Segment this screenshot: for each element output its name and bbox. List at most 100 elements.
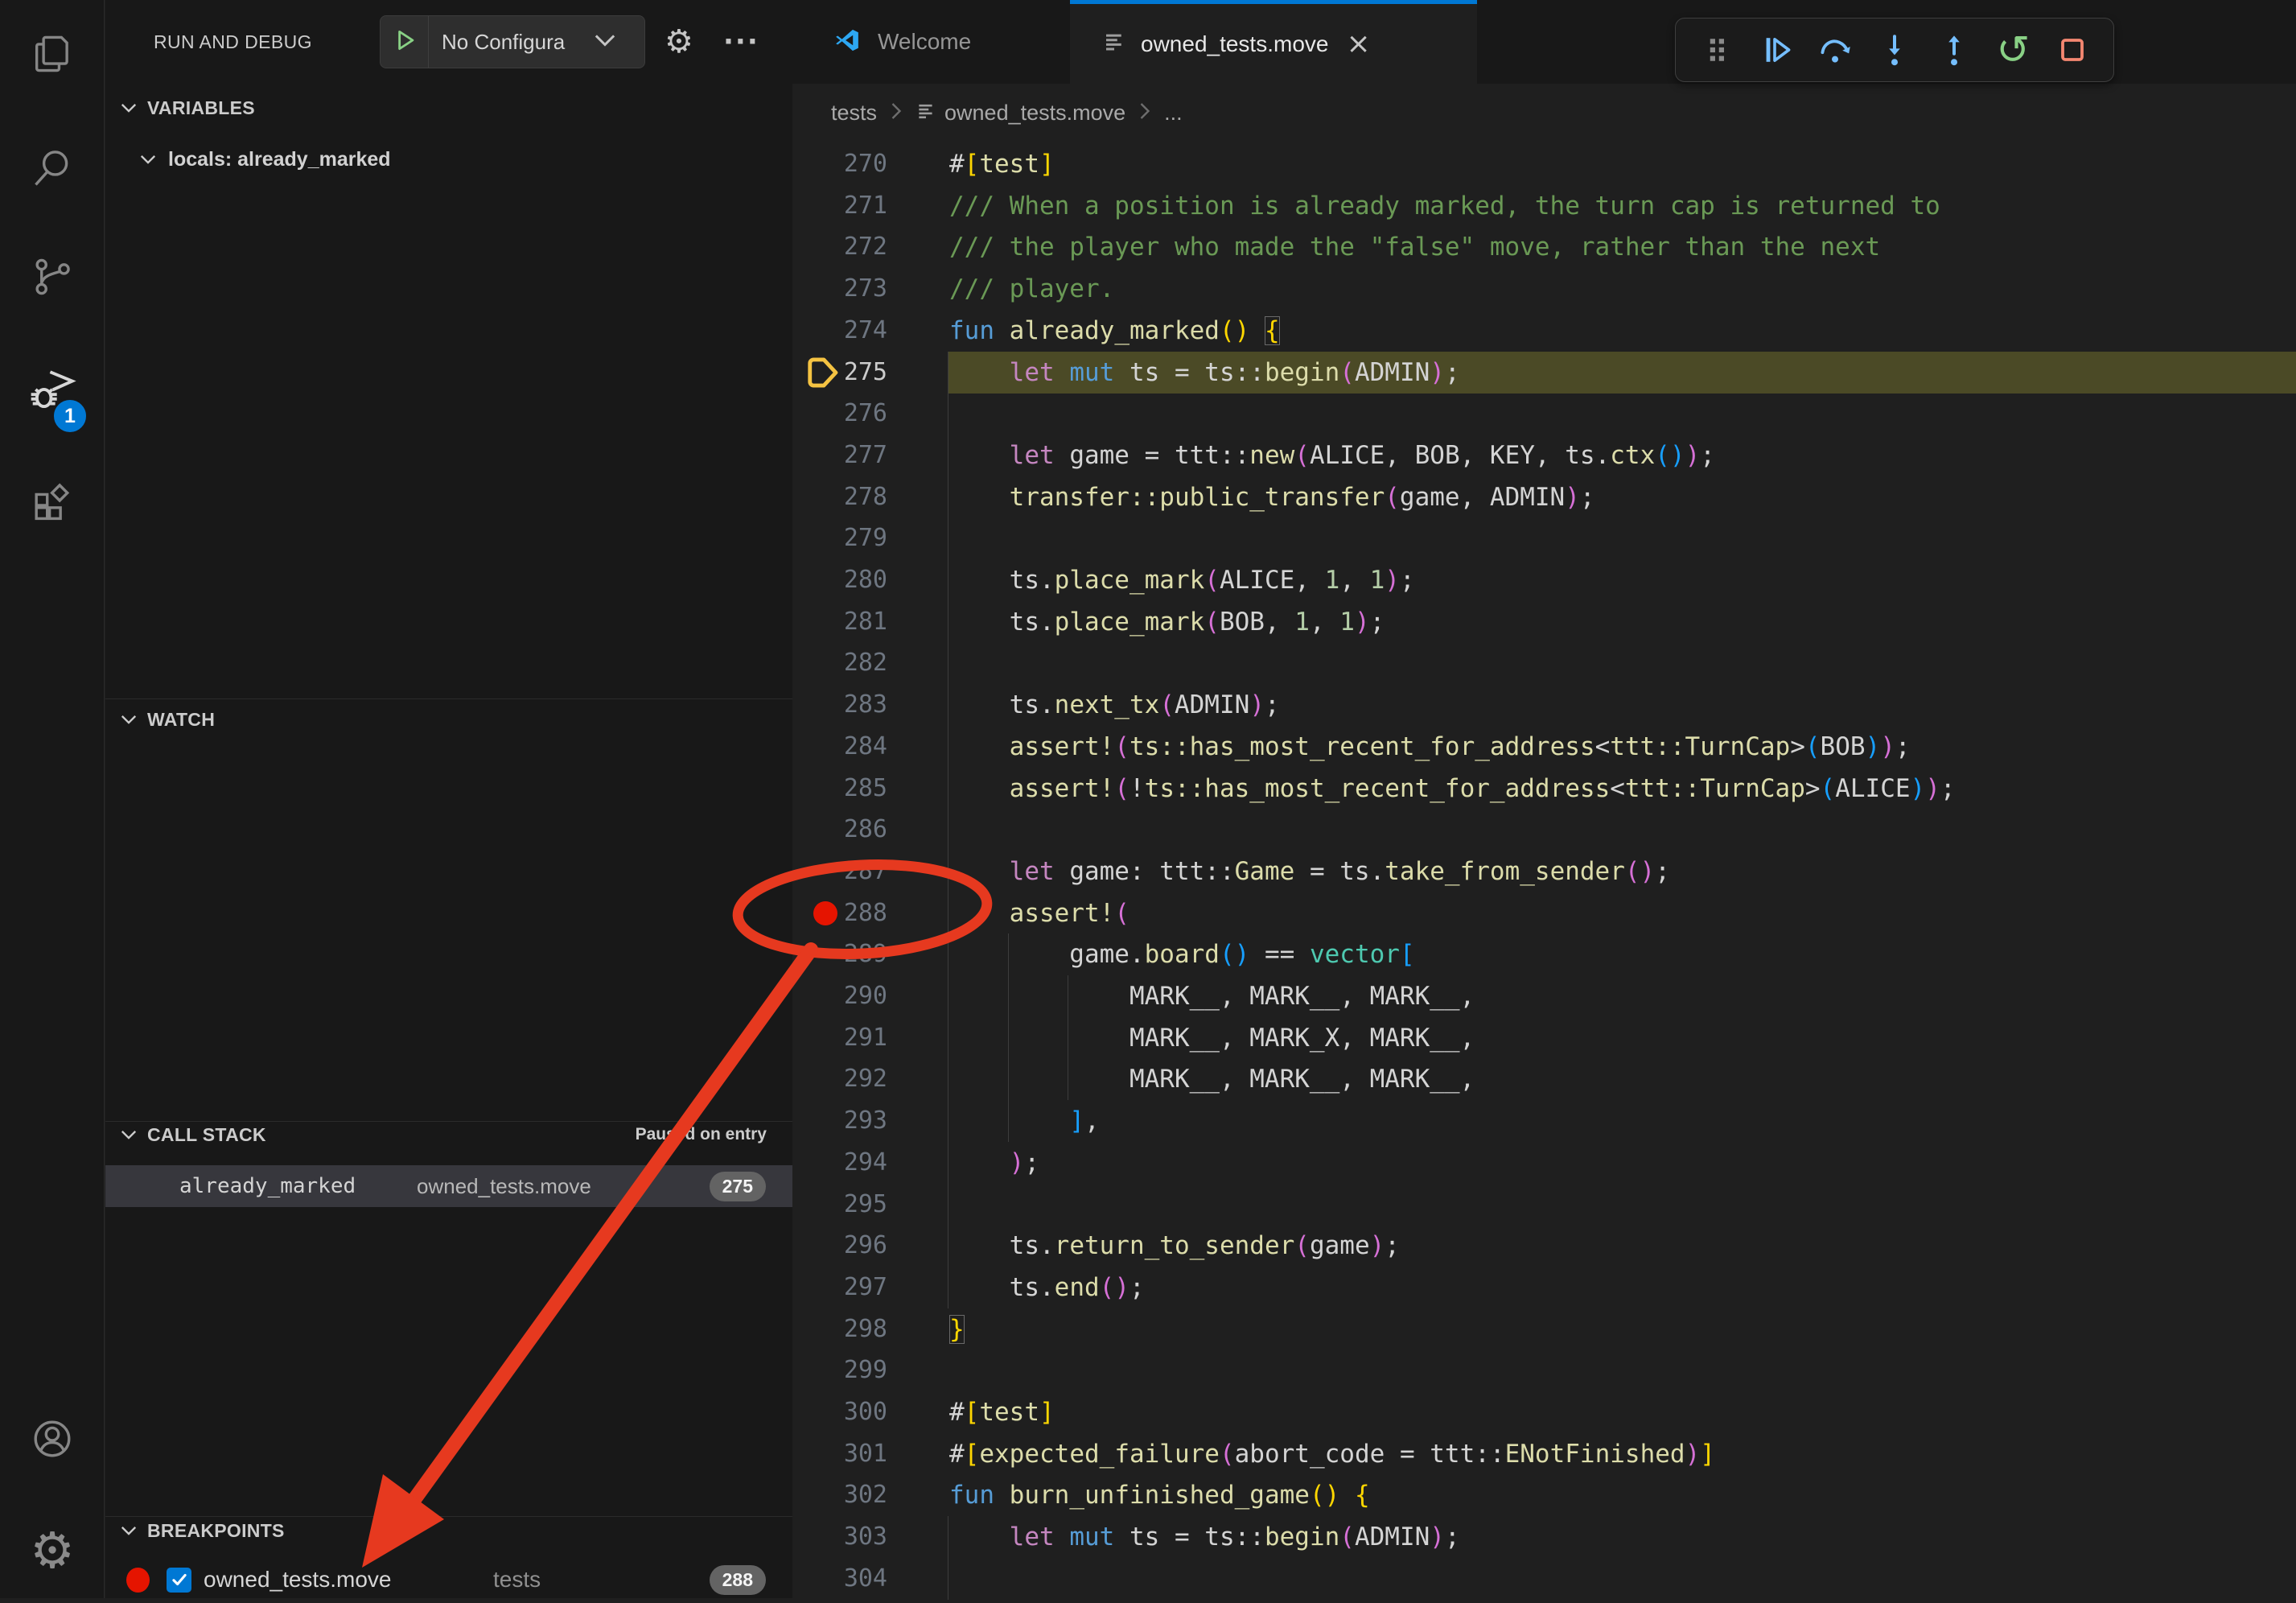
line-number[interactable]: 284 xyxy=(792,726,887,768)
line-number[interactable]: 273 xyxy=(792,268,887,310)
line-number[interactable]: 294 xyxy=(792,1142,887,1184)
line-number[interactable]: 283 xyxy=(792,684,887,726)
sidebar-title: RUN AND DEBUG xyxy=(154,0,312,84)
line-number[interactable]: 304 xyxy=(792,1558,887,1600)
activity-item-account[interactable] xyxy=(0,1387,105,1494)
breakpoint-item[interactable]: owned_tests.move tests 288 xyxy=(105,1560,792,1600)
start-debug-button[interactable] xyxy=(381,16,429,68)
line-number[interactable]: 279 xyxy=(792,517,887,559)
activity-item-run-and-debug[interactable]: 1 xyxy=(0,340,105,446)
code-line: 299 xyxy=(792,1350,2296,1391)
line-number[interactable]: 281 xyxy=(792,601,887,643)
code-text: ts.place_mark(BOB, 1, 1); xyxy=(949,601,1385,643)
debug-config-dropdown[interactable]: No Configura xyxy=(380,15,645,68)
breakpoint-dir: tests xyxy=(493,1567,541,1593)
line-number[interactable]: 302 xyxy=(792,1474,887,1516)
code-text: ts.return_to_sender(game); xyxy=(949,1225,1400,1267)
code-editor[interactable]: 270#[test]271/// When a position is alre… xyxy=(792,142,2296,1598)
line-number[interactable]: 274 xyxy=(792,310,887,352)
code-text: ts.place_mark(ALICE, 1, 1); xyxy=(949,559,1415,601)
line-number[interactable]: 282 xyxy=(792,642,887,684)
code-text: transfer::public_transfer(game, ADMIN); xyxy=(949,476,1595,518)
code-line: 276 xyxy=(792,393,2296,435)
code-line: 274fun already_marked() { xyxy=(792,310,2296,352)
code-line: 289 game.board() == vector[ xyxy=(792,933,2296,975)
line-number[interactable]: 277 xyxy=(792,435,887,476)
line-number[interactable]: 287 xyxy=(792,851,887,892)
search-icon xyxy=(29,145,76,196)
activity-item-extensions[interactable] xyxy=(0,453,105,559)
frame-line-badge: 275 xyxy=(710,1172,766,1201)
line-number[interactable]: 272 xyxy=(792,226,887,268)
line-number[interactable]: 298 xyxy=(792,1308,887,1350)
line-number[interactable]: 289 xyxy=(792,933,887,975)
line-number[interactable]: 296 xyxy=(792,1225,887,1267)
debug-settings-gear-icon[interactable]: ⚙ xyxy=(665,0,693,84)
line-number[interactable]: 288 xyxy=(792,892,887,934)
step-into-button[interactable] xyxy=(1865,24,1924,76)
variables-scope-locals[interactable]: locals: already_marked xyxy=(105,138,792,180)
line-number[interactable]: 280 xyxy=(792,559,887,601)
chevron-down-icon xyxy=(120,713,138,726)
line-number[interactable]: 271 xyxy=(792,185,887,227)
source-control-icon xyxy=(29,253,76,304)
chevron-down-icon xyxy=(120,101,138,114)
section-variables[interactable]: VARIABLES xyxy=(105,90,792,126)
activity-item-explorer[interactable] xyxy=(0,2,105,109)
activity-bar: 1 ⚙ xyxy=(0,0,105,1598)
code-text: /// When a position is already marked, t… xyxy=(949,185,1940,227)
line-number[interactable]: 299 xyxy=(792,1350,887,1391)
section-label: BREAKPOINTS xyxy=(147,1520,285,1542)
line-number[interactable]: 293 xyxy=(792,1100,887,1142)
section-call-stack[interactable]: CALL STACK Paused on entry xyxy=(105,1117,792,1152)
section-breakpoints[interactable]: BREAKPOINTS xyxy=(105,1513,792,1548)
code-line: 297 ts.end(); xyxy=(792,1267,2296,1308)
line-number[interactable]: 290 xyxy=(792,975,887,1017)
activity-item-source-control[interactable] xyxy=(0,225,105,332)
breadcrumb-file[interactable]: owned_tests.move xyxy=(944,101,1125,126)
code-text: let mut ts = ts::begin(ADMIN); xyxy=(949,1516,1460,1558)
line-number[interactable]: 270 xyxy=(792,143,887,185)
tab-owned-tests-move[interactable]: owned_tests.move × xyxy=(1070,0,1477,84)
section-watch[interactable]: WATCH xyxy=(105,702,792,737)
code-line: 275 let mut ts = ts::begin(ADMIN); xyxy=(792,352,2296,394)
divider xyxy=(105,698,792,699)
line-number[interactable]: 301 xyxy=(792,1433,887,1475)
continue-button[interactable] xyxy=(1747,24,1806,76)
tab-welcome[interactable]: Welcome xyxy=(792,0,1070,84)
code-line: 293 ], xyxy=(792,1100,2296,1142)
line-number[interactable]: 276 xyxy=(792,393,887,435)
code-text: ], xyxy=(949,1100,1100,1142)
line-number[interactable]: 297 xyxy=(792,1267,887,1308)
breadcrumb-tests[interactable]: tests xyxy=(831,101,877,126)
step-over-button[interactable] xyxy=(1805,24,1865,76)
code-line: 291 MARK__, MARK_X, MARK__, xyxy=(792,1017,2296,1059)
chevron-right-icon xyxy=(890,101,903,125)
line-number[interactable]: 300 xyxy=(792,1391,887,1433)
restart-button[interactable]: ↺ xyxy=(1984,24,2043,76)
line-number[interactable]: 286 xyxy=(792,809,887,851)
line-number[interactable]: 292 xyxy=(792,1058,887,1100)
breakpoint-checkbox[interactable] xyxy=(167,1568,191,1593)
tab-label: Welcome xyxy=(878,29,971,55)
code-line: 302fun burn_unfinished_game() { xyxy=(792,1474,2296,1516)
code-line: 279 xyxy=(792,517,2296,559)
activity-item-settings[interactable]: ⚙ xyxy=(0,1497,105,1603)
breadcrumb-symbol[interactable]: ... xyxy=(1164,101,1183,126)
activity-item-search[interactable] xyxy=(0,117,105,223)
line-number[interactable]: 285 xyxy=(792,768,887,810)
line-number[interactable]: 291 xyxy=(792,1017,887,1059)
gear-icon: ⚙ xyxy=(30,1521,75,1580)
code-text: ); xyxy=(949,1142,1039,1184)
line-number[interactable]: 275 xyxy=(792,352,887,394)
line-number[interactable]: 295 xyxy=(792,1184,887,1226)
step-out-button[interactable] xyxy=(1924,24,1984,76)
drag-grip-icon[interactable] xyxy=(1687,24,1747,76)
close-icon[interactable]: × xyxy=(1346,27,1370,60)
more-actions-icon[interactable]: ··· xyxy=(723,0,759,84)
stop-button[interactable] xyxy=(2043,24,2102,76)
line-number[interactable]: 278 xyxy=(792,476,887,518)
line-number[interactable]: 303 xyxy=(792,1516,887,1558)
paused-status: Paused on entry xyxy=(636,1125,767,1144)
call-stack-frame[interactable]: already_marked owned_tests.move 275 xyxy=(105,1165,792,1207)
